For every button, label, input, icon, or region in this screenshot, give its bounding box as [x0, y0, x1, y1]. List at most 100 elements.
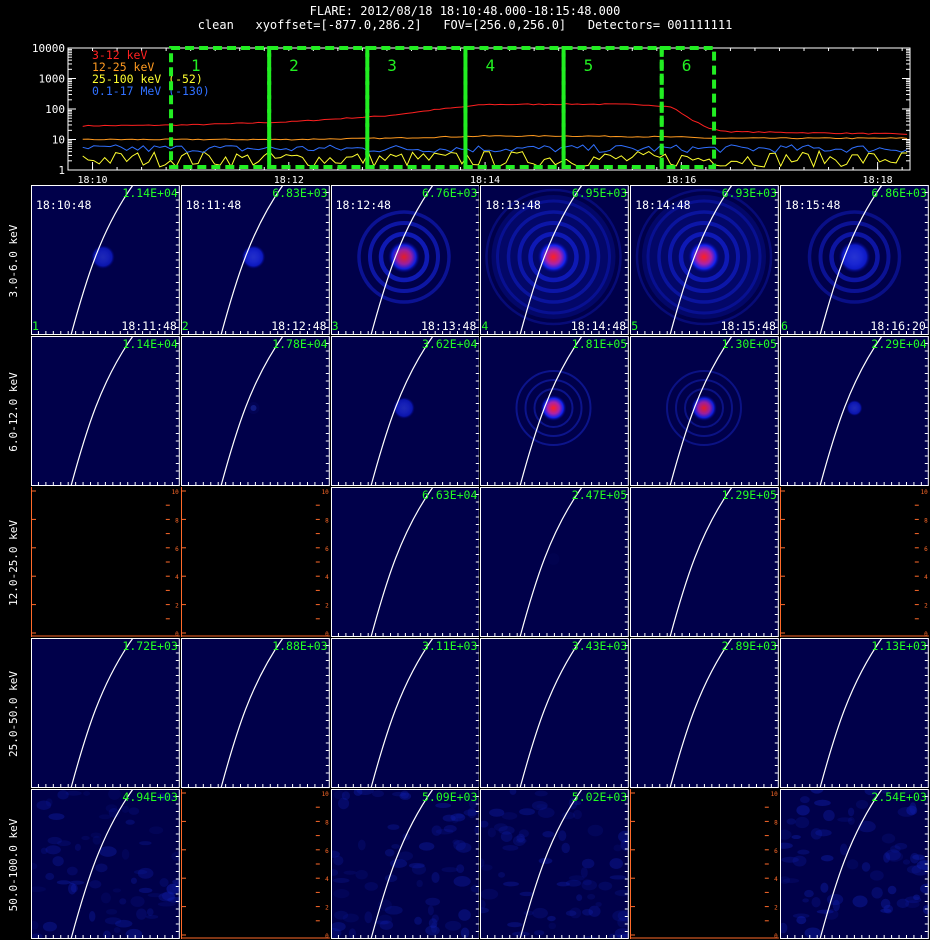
panel-start-time: 18:11:48 [185, 198, 242, 212]
image-panel: 10 8 6 4 2 0 [180, 789, 330, 939]
empty-axis-tick: 10 [771, 791, 779, 798]
image-panel: 5.09E+03 [330, 789, 480, 939]
image-panel: 2.89E+03 [630, 638, 779, 788]
peak-flux-label: 2.47E+05 [571, 488, 628, 502]
empty-axis-tick: 6 [175, 546, 179, 553]
panel-end-time: 18:15:48 [720, 319, 776, 333]
series-line [82, 149, 908, 169]
empty-axis-tick: 4 [924, 574, 928, 581]
solar-limb [370, 638, 434, 788]
solar-limb [669, 638, 733, 788]
band-label: 25.0-50.0 keV [7, 670, 20, 757]
image-panel: 6.83E+03 18:11:48 18:12:48 2 [180, 185, 330, 335]
image-panel: 2.29E+04 [780, 336, 929, 486]
x-tick-label: 18:18 [863, 175, 893, 185]
interval-label: 5 [584, 56, 594, 75]
image-panel: 6.86E+03 18:15:48 18:16:20 6 [780, 185, 929, 335]
peak-flux-label: 6.93E+03 [721, 186, 777, 200]
peak-flux-label: 1.78E+04 [272, 337, 328, 351]
solar-limb [70, 336, 134, 486]
peak-flux-label: 5.02E+03 [571, 790, 628, 804]
peak-flux-label: 1.13E+03 [871, 639, 927, 653]
panel-end-time: 18:11:48 [121, 319, 177, 333]
empty-axis-tick: 8 [325, 517, 329, 524]
interval-label: 3 [387, 56, 397, 75]
interval-label: 1 [191, 56, 201, 75]
panel-end-time: 18:16:20 [870, 319, 926, 333]
image-panel: 6.95E+03 18:13:48 18:14:48 4 [480, 185, 630, 335]
empty-axis-tick: 6 [325, 546, 329, 553]
series-line [82, 103, 908, 135]
panel-start-time: 18:15:48 [785, 198, 841, 212]
empty-axis-tick: 0 [924, 631, 928, 637]
panel-index: 4 [481, 319, 489, 333]
image-panel: 3.11E+03 [330, 638, 480, 788]
panel-index: 6 [781, 319, 788, 333]
peak-flux-label: 2.89E+03 [721, 639, 777, 653]
peak-flux-label: 1.14E+04 [122, 186, 178, 200]
peak-flux-label: 6.76E+03 [422, 186, 478, 200]
peak-flux-label: 3.43E+03 [571, 639, 628, 653]
solar-limb [370, 487, 434, 637]
peak-flux-label: 6.86E+03 [871, 186, 927, 200]
empty-axis-tick: 10 [921, 489, 929, 496]
empty-axis-tick: 10 [172, 489, 180, 496]
peak-flux-label: 3.62E+04 [422, 337, 478, 351]
image-panel: 10 8 6 4 2 0 [31, 487, 180, 637]
empty-axis-tick: 10 [321, 791, 329, 798]
band-label: 50.0-100.0 keV [7, 818, 20, 911]
panel-start-time: 18:14:48 [635, 198, 691, 212]
x-tick-label: 18:14 [470, 175, 500, 185]
empty-axis-tick: 2 [325, 603, 329, 610]
y-tick-label: 10000 [32, 42, 65, 55]
empty-axis-tick: 8 [325, 819, 329, 826]
peak-flux-label: 6.63E+04 [422, 488, 478, 502]
figure-title: FLARE: 2012/08/18 18:10:48.000-18:15:48.… [309, 4, 621, 18]
solar-limb [819, 638, 883, 788]
peak-flux-label: 1.30E+05 [721, 337, 777, 351]
image-panel: 1.81E+05 [480, 336, 630, 486]
image-panel: 10 8 6 4 2 0 [780, 487, 929, 637]
empty-axis-tick: 0 [175, 631, 179, 637]
empty-axis-tick: 8 [774, 819, 778, 826]
panel-index: 3 [331, 319, 339, 333]
solar-limb [220, 638, 284, 788]
empty-axis-tick: 6 [924, 546, 928, 553]
y-tick-label: 100 [45, 103, 65, 116]
image-panel: 6.63E+04 [330, 487, 480, 637]
series-line [82, 134, 908, 141]
y-tick-label: 10 [52, 134, 65, 147]
peak-flux-label: 3.11E+03 [422, 639, 478, 653]
image-panel: 2.54E+03 [780, 789, 929, 939]
peak-flux-label: 1.81E+05 [571, 337, 628, 351]
image-panel: 6.93E+03 18:14:48 18:15:48 5 [630, 185, 779, 335]
panel-end-time: 18:13:48 [421, 319, 477, 333]
band-label: 12.0-25.0 keV [7, 519, 20, 606]
image-grid: 3.0-6.0 keV 1.14E+04 18:10:48 18:11:48 1 6.83… [0, 185, 930, 940]
image-panel: 1.14E+04 18:10:48 18:11:48 1 [31, 185, 180, 335]
empty-axis-tick: 2 [924, 603, 928, 610]
panel-index: 1 [32, 319, 39, 333]
empty-axis-tick: 4 [774, 876, 778, 883]
peak-flux-label: 6.83E+03 [272, 186, 328, 200]
image-panel: 5.02E+03 [480, 789, 630, 939]
solar-limb [669, 487, 733, 637]
image-panel: 4.94E+03 [31, 789, 180, 939]
empty-axis-tick: 8 [175, 517, 179, 524]
image-panel: 1.72E+03 [31, 638, 180, 788]
solar-limb [70, 638, 134, 788]
peak-flux-label: 2.54E+03 [871, 790, 927, 804]
panel-end-time: 18:12:48 [271, 319, 327, 333]
figure-subtitle: clean xyoffset=[-877.0,286.2] FOV=[256.0… [197, 18, 733, 32]
panel-start-time: 18:12:48 [335, 198, 391, 212]
solar-limb [519, 638, 583, 788]
peak-flux-label: 2.29E+04 [871, 337, 927, 351]
x-tick-label: 18:12 [274, 175, 304, 185]
lightcurve-plot: 10000 1000 100 10 1 18:10 18:12 18:14 18:16 18:18… [32, 42, 911, 185]
empty-axis-tick: 4 [325, 574, 329, 581]
image-panel: 3.62E+04 [330, 336, 480, 486]
empty-axis-tick: 2 [175, 603, 179, 610]
series-line [82, 143, 908, 154]
peak-flux-label: 1.88E+03 [272, 639, 328, 653]
interval-label: 6 [682, 56, 692, 75]
